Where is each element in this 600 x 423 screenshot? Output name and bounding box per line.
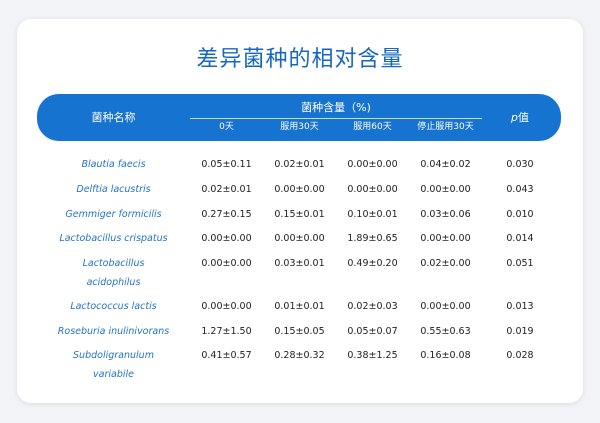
value-cell: 0.16±0.08 bbox=[420, 350, 471, 361]
value-cell: 0.02±0.01 bbox=[274, 159, 325, 170]
value-cell: 0.15±0.05 bbox=[274, 326, 325, 337]
value-cell: 0.00±0.00 bbox=[347, 159, 398, 170]
value-cell: 0.03±0.01 bbox=[274, 258, 325, 269]
value-cell: 1.89±0.65 bbox=[347, 233, 398, 244]
value-cell: 1.27±1.50 bbox=[201, 326, 252, 337]
value-cell: 0.04±0.02 bbox=[420, 159, 471, 170]
species-name: Roseburia inulinivorans bbox=[57, 326, 170, 337]
species-name: Lactobacillus crispatus bbox=[59, 233, 168, 244]
value-cell: 0.27±0.15 bbox=[201, 209, 252, 220]
species-name: Lactococcus lactis bbox=[70, 301, 157, 312]
header-day0: 0天 bbox=[219, 122, 234, 132]
species-name: Blautia faecis bbox=[81, 159, 146, 170]
p-value-cell: 0.019 bbox=[506, 326, 534, 337]
p-value-cell: 0.014 bbox=[506, 233, 534, 244]
p-value-cell: 0.028 bbox=[506, 350, 534, 361]
p-value-cell: 0.043 bbox=[506, 184, 534, 195]
value-cell: 0.02±0.00 bbox=[420, 258, 471, 269]
value-cell: 0.00±0.00 bbox=[201, 233, 252, 244]
value-cell: 0.00±0.00 bbox=[201, 301, 252, 312]
p-value-cell: 0.051 bbox=[506, 258, 534, 269]
species-name: Subdoligranulum variabile bbox=[73, 350, 154, 380]
value-cell: 0.55±0.63 bbox=[420, 326, 471, 337]
page-title: 差异菌种的相对含量 bbox=[196, 47, 404, 72]
header-stop30: 停止服用30天 bbox=[417, 122, 474, 132]
value-cell: 0.00±0.00 bbox=[274, 184, 325, 195]
value-cell: 0.05±0.11 bbox=[201, 159, 252, 170]
p-value-cell: 0.030 bbox=[506, 159, 534, 170]
value-cell: 0.10±0.01 bbox=[347, 209, 398, 220]
value-cell: 0.01±0.01 bbox=[274, 301, 325, 312]
value-cell: 0.05±0.07 bbox=[347, 326, 398, 337]
value-cell: 0.02±0.01 bbox=[201, 184, 252, 195]
header-p-suffix: 值 bbox=[517, 111, 529, 124]
value-cell: 0.03±0.06 bbox=[420, 209, 471, 220]
species-name: Lactobacillus acidophilus bbox=[82, 258, 145, 288]
value-cell: 0.00±0.00 bbox=[420, 301, 471, 312]
p-value-cell: 0.013 bbox=[506, 301, 534, 312]
header-day30: 服用30天 bbox=[280, 122, 319, 132]
header-p-letter: p bbox=[511, 111, 518, 124]
value-cell: 0.00±0.00 bbox=[274, 233, 325, 244]
species-name: Delftia lacustris bbox=[76, 184, 151, 195]
value-cell: 0.38±1.25 bbox=[347, 350, 398, 361]
value-cell: 0.28±0.32 bbox=[274, 350, 325, 361]
table-header: 菌种名称 菌种含量（%) 0天 服用30天 服用60天 停止服用30天 p值 bbox=[37, 94, 561, 141]
species-name: Gemmiger formicilis bbox=[65, 209, 162, 220]
value-cell: 0.00±0.00 bbox=[420, 184, 471, 195]
header-species-name: 菌种名称 bbox=[91, 111, 136, 124]
value-cell: 0.00±0.00 bbox=[347, 184, 398, 195]
value-cell: 0.02±0.03 bbox=[347, 301, 398, 312]
value-cell: 0.00±0.00 bbox=[201, 258, 252, 269]
value-cell: 0.41±0.57 bbox=[201, 350, 252, 361]
value-cell: 0.00±0.00 bbox=[420, 233, 471, 244]
value-cell: 0.49±0.20 bbox=[347, 258, 398, 269]
header-content-group: 菌种含量（%) bbox=[301, 101, 371, 114]
header-day60: 服用60天 bbox=[353, 122, 392, 132]
header-p-value: p值 bbox=[488, 94, 552, 141]
p-value-cell: 0.010 bbox=[506, 209, 534, 220]
table-card: 差异菌种的相对含量 菌种名称 菌种含量（%) 0天 服用30天 服用60天 停止… bbox=[17, 19, 583, 403]
value-cell: 0.15±0.01 bbox=[274, 209, 325, 220]
